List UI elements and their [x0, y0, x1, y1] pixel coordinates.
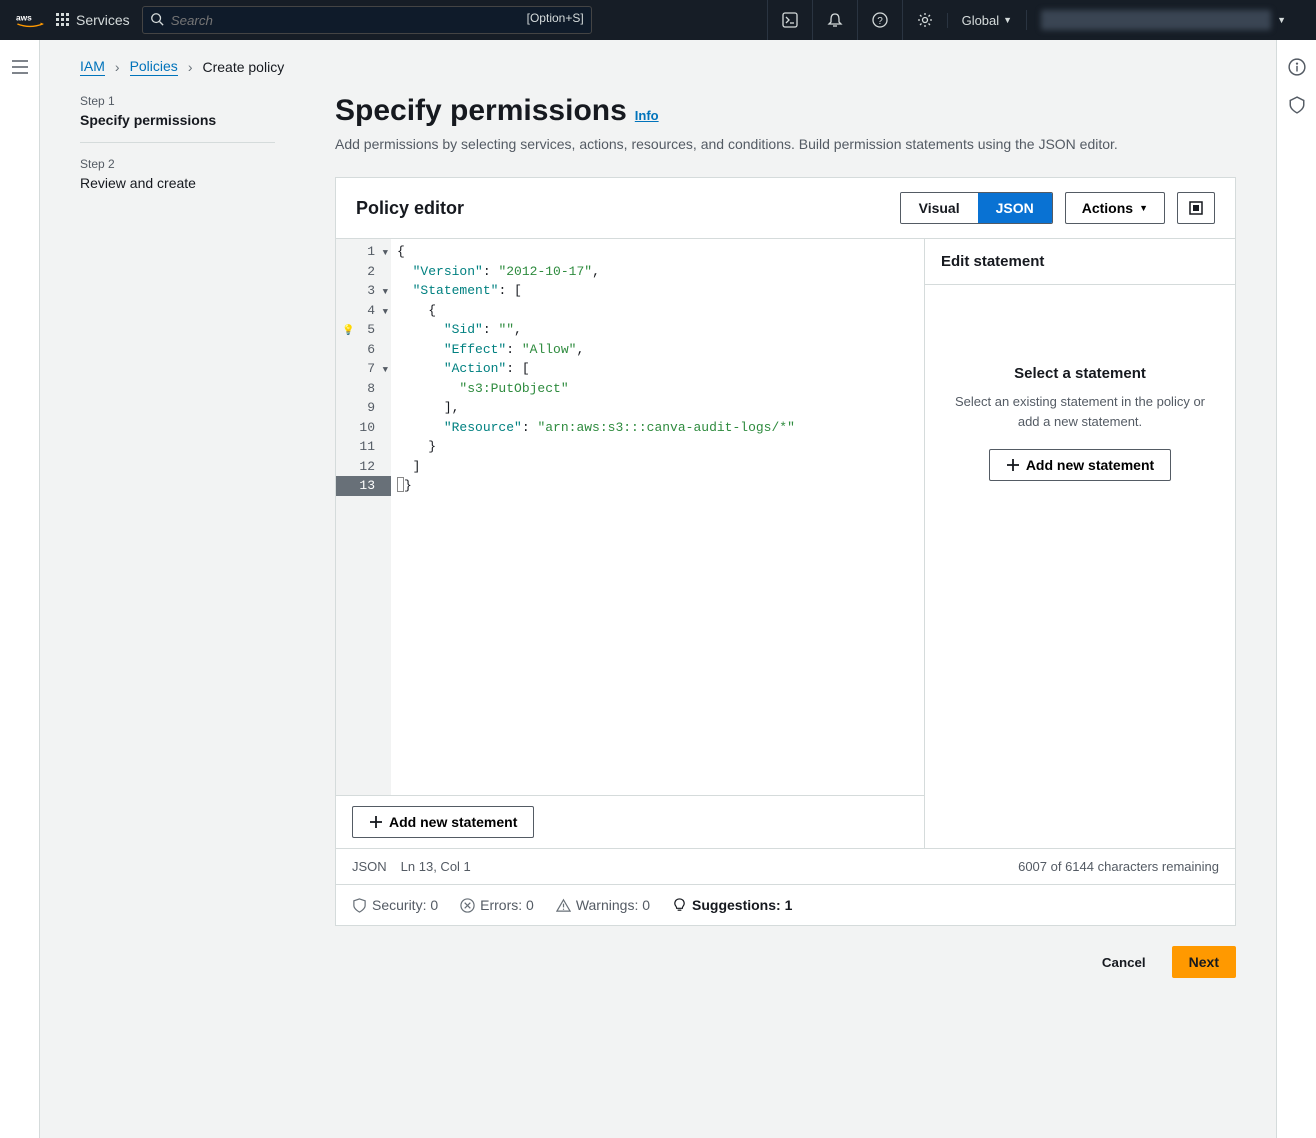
account-name	[1041, 10, 1271, 30]
add-statement-button[interactable]: Add new statement	[352, 806, 534, 838]
aws-logo[interactable]: aws	[16, 12, 44, 29]
right-rail	[1276, 40, 1316, 1138]
suggestions-label: Suggestions: 1	[692, 897, 792, 913]
status-language: JSON	[352, 859, 387, 874]
breadcrumb-current: Create policy	[202, 59, 284, 75]
editor-status-bar: JSON Ln 13, Col 1 6007 of 6144 character…	[336, 848, 1235, 884]
actions-label: Actions	[1082, 200, 1133, 216]
side-panel-desc: Select an existing statement in the poli…	[953, 392, 1207, 431]
editor-mode-toggle: Visual JSON	[900, 192, 1053, 224]
left-rail	[0, 40, 40, 1138]
settings-button[interactable]	[902, 0, 947, 40]
svg-text:aws: aws	[16, 12, 32, 22]
add-statement-label: Add new statement	[389, 814, 517, 830]
fullscreen-button[interactable]	[1177, 192, 1215, 224]
page-title: Specify permissions	[335, 94, 627, 128]
json-tab[interactable]: JSON	[978, 193, 1052, 223]
chevron-down-icon: ▼	[1139, 203, 1148, 213]
account-menu[interactable]: ▼	[1026, 10, 1300, 30]
warnings-check[interactable]: Warnings: 0	[556, 897, 650, 913]
step-1[interactable]: Step 1 Specify permissions	[80, 94, 275, 143]
step-1-label: Step 1	[80, 94, 275, 108]
info-link[interactable]: Info	[635, 108, 659, 123]
security-icon[interactable]	[1288, 96, 1306, 114]
chevron-down-icon: ▼	[1003, 15, 1012, 25]
side-add-statement-button[interactable]: Add new statement	[989, 449, 1171, 481]
errors-check[interactable]: Errors: 0	[460, 897, 534, 913]
policy-editor-panel: Policy editor Visual JSON Actions ▼	[335, 177, 1236, 926]
search-icon	[150, 12, 164, 26]
step-2-label: Step 2	[80, 157, 275, 171]
lightbulb-icon	[672, 898, 687, 913]
step-2-title: Review and create	[80, 175, 275, 191]
policy-checks-bar: Security: 0 Errors: 0 Warnings: 0 S	[336, 884, 1235, 925]
plus-icon	[369, 815, 383, 829]
status-chars: 6007 of 6144 characters remaining	[1018, 859, 1219, 874]
hamburger-icon[interactable]	[12, 60, 28, 1138]
step-2[interactable]: Step 2 Review and create	[80, 157, 275, 205]
breadcrumb-policies[interactable]: Policies	[130, 58, 178, 76]
step-1-title: Specify permissions	[80, 112, 275, 128]
notifications-button[interactable]	[812, 0, 857, 40]
shield-icon	[352, 898, 367, 913]
help-button[interactable]: ?	[857, 0, 902, 40]
error-icon	[460, 898, 475, 913]
next-button[interactable]: Next	[1172, 946, 1236, 978]
panel-title: Policy editor	[356, 198, 464, 219]
security-label: Security: 0	[372, 897, 438, 913]
cancel-button[interactable]: Cancel	[1086, 946, 1162, 978]
chevron-down-icon: ▼	[1277, 15, 1286, 25]
chevron-right-icon: ›	[115, 59, 120, 75]
services-menu[interactable]: Services	[56, 12, 130, 28]
top-nav: aws Services [Option+S] ? Global ▼	[0, 0, 1316, 40]
plus-icon	[1006, 458, 1020, 472]
grid-icon	[56, 13, 70, 27]
side-add-statement-label: Add new statement	[1026, 457, 1154, 473]
warning-icon	[556, 898, 571, 913]
status-position: Ln 13, Col 1	[401, 859, 471, 874]
svg-text:?: ?	[877, 16, 883, 27]
services-label: Services	[76, 12, 130, 28]
statement-side-panel: Edit statement Select a statement Select…	[925, 239, 1235, 848]
errors-label: Errors: 0	[480, 897, 534, 913]
chevron-right-icon: ›	[188, 59, 193, 75]
search-wrap: [Option+S]	[142, 6, 592, 34]
side-panel-header: Edit statement	[925, 239, 1235, 285]
info-icon[interactable]	[1288, 58, 1306, 76]
actions-dropdown[interactable]: Actions ▼	[1065, 192, 1165, 224]
security-check[interactable]: Security: 0	[352, 897, 438, 913]
side-panel-title: Select a statement	[953, 365, 1207, 382]
breadcrumb-iam[interactable]: IAM	[80, 58, 105, 76]
region-selector[interactable]: Global ▼	[947, 13, 1027, 28]
breadcrumb: IAM › Policies › Create policy	[80, 58, 1236, 76]
json-editor[interactable]: 1▼23▼4▼5💡67▼8910111213 { "Version": "201…	[336, 239, 924, 795]
page-description: Add permissions by selecting services, a…	[335, 134, 1236, 155]
search-shortcut: [Option+S]	[527, 11, 584, 25]
warnings-label: Warnings: 0	[576, 897, 650, 913]
suggestions-check[interactable]: Suggestions: 1	[672, 897, 792, 913]
region-label: Global	[962, 13, 1000, 28]
visual-tab[interactable]: Visual	[901, 193, 978, 223]
search-input[interactable]	[142, 6, 592, 34]
wizard-steps: Step 1 Specify permissions Step 2 Review…	[80, 94, 275, 978]
cloudshell-button[interactable]	[767, 0, 812, 40]
